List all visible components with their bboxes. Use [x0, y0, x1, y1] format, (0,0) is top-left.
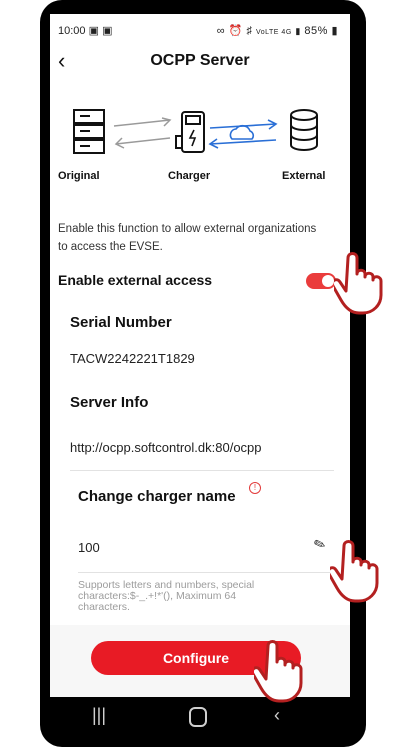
serial-number-value: TACW2242221T1829: [70, 351, 195, 366]
server-info-value: http://ocpp.softcontrol.dk:80/ocpp: [70, 440, 262, 455]
info-icon[interactable]: !: [249, 482, 261, 494]
battery-level: 85%: [304, 25, 328, 37]
diagram-label-external: External: [282, 170, 326, 182]
toggle-knob: [322, 275, 334, 287]
status-left: 10:00 ▣ ▣: [58, 24, 112, 37]
connection-diagram: [73, 109, 318, 154]
status-time: 10:00: [58, 25, 86, 37]
external-access-label: Enable external access: [58, 272, 213, 288]
charger-name-hint: Supports letters and numbers, special ch…: [78, 579, 255, 613]
external-access-toggle[interactable]: [306, 273, 336, 289]
status-bar: 10:00 ▣ ▣ ∞ ⏰ ♯ VoLTE 4G ▮ 85% ▮: [58, 24, 338, 40]
home-icon[interactable]: [189, 707, 207, 727]
alarm-icon: ⏰: [228, 25, 243, 37]
pointing-hand-icon: [254, 640, 303, 703]
signal-icon: ▮: [295, 26, 301, 36]
status-right: ∞ ⏰ ♯ VoLTE 4G ▮ 85% ▮: [217, 24, 338, 37]
charger-icon: [175, 111, 205, 153]
input-divider: [78, 572, 336, 573]
sync-arrows-icon: [113, 117, 172, 149]
database-icon: [290, 109, 318, 151]
charger-name-title: Change charger name: [78, 488, 236, 505]
link-icon: ∞: [216, 25, 226, 37]
notification-icon: ▣: [102, 25, 113, 37]
cloud-sync-icon: [208, 119, 278, 149]
battery-icon: ▮: [331, 25, 338, 37]
diagram-label-charger: Charger: [168, 170, 211, 182]
charger-name-input[interactable]: 100: [78, 540, 100, 555]
description-text: Enable this function to allow external o…: [58, 223, 317, 253]
recent-apps-icon[interactable]: |||: [92, 705, 106, 726]
gallery-icon: ▣: [88, 25, 99, 37]
page-title: OCPP Server: [150, 52, 250, 69]
back-icon[interactable]: ‹: [274, 705, 280, 726]
diagram-label-original: Original: [58, 170, 100, 182]
serial-number-title: Serial Number: [70, 314, 172, 331]
mute-icon: ♯: [246, 25, 253, 37]
server-icon: [73, 109, 105, 154]
pointing-hand-icon: [330, 540, 379, 603]
divider: [70, 470, 334, 471]
pointing-hand-icon: [334, 252, 383, 315]
signal-indicators: VoLTE 4G: [255, 29, 292, 36]
server-info-title: Server Info: [70, 394, 149, 411]
